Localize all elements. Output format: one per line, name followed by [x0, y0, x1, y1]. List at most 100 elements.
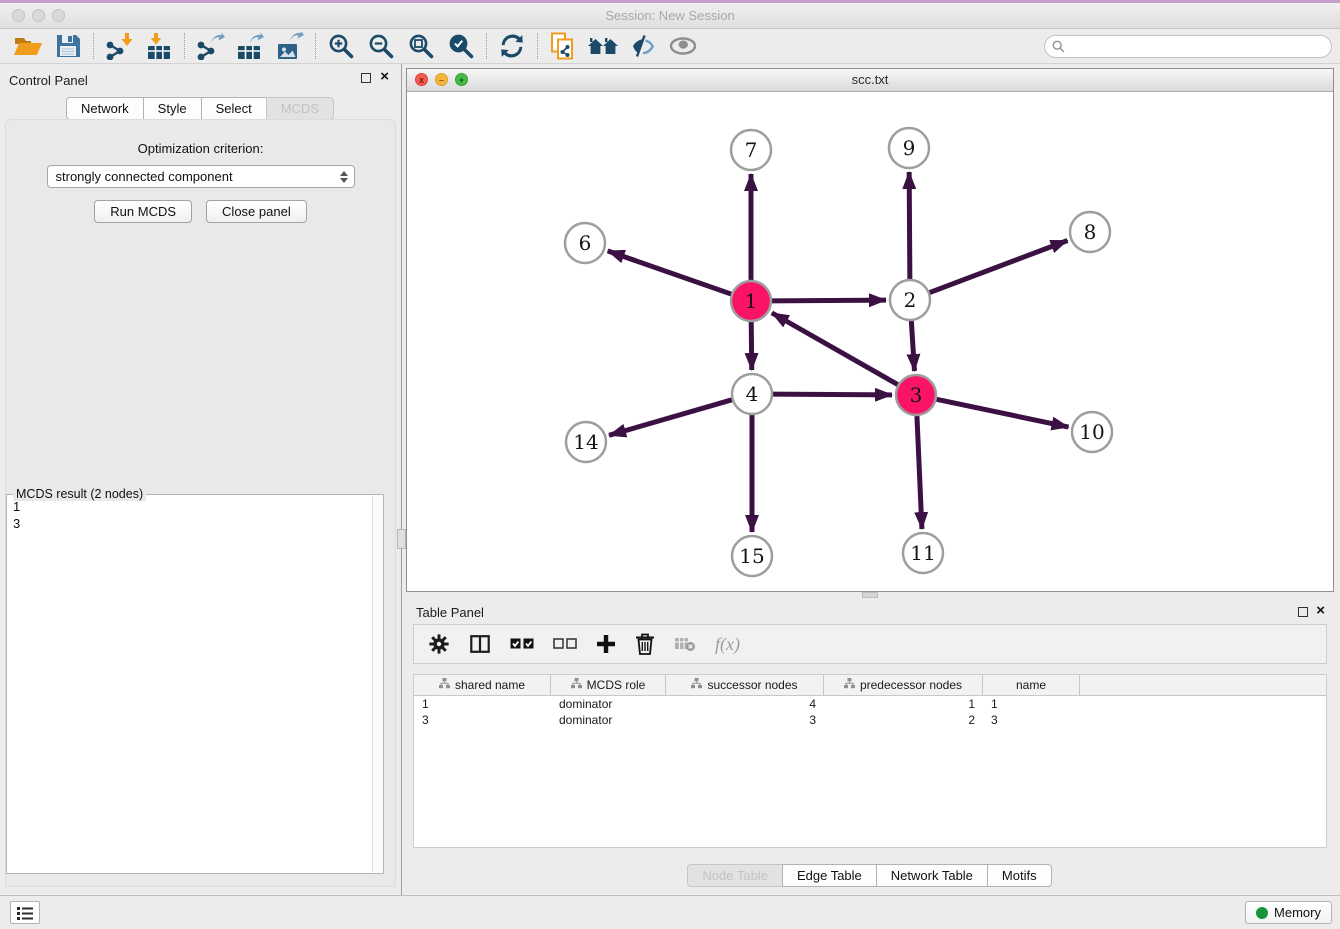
- table-cell[interactable]: 1: [983, 696, 1080, 712]
- graph-node-label-8: 8: [1084, 220, 1097, 244]
- tab-network[interactable]: Network: [66, 97, 144, 120]
- toolbar-separator: [315, 33, 316, 59]
- graph-edge-3-10[interactable]: [937, 399, 1069, 427]
- table-cell[interactable]: 1: [824, 696, 983, 712]
- clone-network-icon[interactable]: [543, 31, 583, 61]
- control-panel-float-icon[interactable]: [361, 73, 371, 83]
- table-tabs: Node TableEdge TableNetwork TableMotifs: [406, 864, 1334, 887]
- network-maximize-button[interactable]: +: [455, 73, 468, 86]
- zoom-out-icon[interactable]: [361, 31, 401, 61]
- network-canvas[interactable]: 7968124314101511: [407, 92, 1333, 592]
- deselect-all-icon[interactable]: [553, 637, 577, 651]
- graph-edge-2-3[interactable]: [911, 321, 914, 371]
- zoom-fit-icon[interactable]: [401, 31, 441, 61]
- select-all-icon[interactable]: [510, 637, 534, 651]
- table-cell[interactable]: 1: [414, 696, 551, 712]
- mcds-result-text[interactable]: 1 3: [7, 495, 373, 873]
- home-icon[interactable]: [583, 31, 623, 61]
- column-header-name[interactable]: name: [983, 675, 1080, 695]
- tab-network-table[interactable]: Network Table: [876, 864, 988, 887]
- control-panel-title: Control Panel: [9, 73, 88, 88]
- tab-node-table[interactable]: Node Table: [687, 864, 783, 887]
- vertical-splitter-grip[interactable]: [397, 529, 406, 549]
- column-header-MCDS-role[interactable]: MCDS role: [551, 675, 666, 695]
- select-spinner-icon: [340, 171, 348, 183]
- criterion-selected-value: strongly connected component: [56, 169, 340, 184]
- graph-edge-4-3[interactable]: [773, 394, 892, 395]
- toolbar-separator: [537, 33, 538, 59]
- save-session-icon[interactable]: [48, 31, 88, 61]
- tab-edge-table[interactable]: Edge Table: [782, 864, 877, 887]
- table-row[interactable]: 1dominator411: [414, 696, 1326, 712]
- graph-edge-1-4[interactable]: [751, 322, 752, 370]
- window-title: Session: New Session: [0, 3, 1340, 28]
- split-view-icon[interactable]: [469, 633, 491, 655]
- graph-edge-4-14[interactable]: [609, 400, 732, 436]
- tab-style[interactable]: Style: [143, 97, 202, 120]
- table-panel-float-icon[interactable]: [1298, 607, 1308, 617]
- search-input[interactable]: [1065, 37, 1331, 56]
- import-network-icon[interactable]: [99, 31, 139, 61]
- export-image-icon[interactable]: [270, 31, 310, 61]
- column-tree-icon: [844, 678, 855, 692]
- column-tree-icon: [571, 678, 582, 692]
- hide-panels-icon[interactable]: [623, 31, 663, 61]
- network-window-title: scc.txt: [407, 69, 1333, 90]
- graph-node-label-10: 10: [1079, 420, 1104, 444]
- zoom-in-icon[interactable]: [321, 31, 361, 61]
- graph-node-label-4: 4: [746, 382, 759, 406]
- show-panels-icon[interactable]: [663, 31, 703, 61]
- add-column-icon[interactable]: [596, 634, 616, 654]
- table-row[interactable]: 3dominator323: [414, 712, 1326, 728]
- tab-motifs[interactable]: Motifs: [987, 864, 1052, 887]
- column-header-successor-nodes[interactable]: successor nodes: [666, 675, 824, 695]
- graph-edge-2-9[interactable]: [909, 172, 910, 279]
- tab-select[interactable]: Select: [201, 97, 267, 120]
- node-table: shared name MCDS rolesuccessor nodesprede…: [413, 674, 1327, 848]
- function-builder-icon: f(x): [715, 634, 740, 655]
- graph-edge-1-2[interactable]: [772, 300, 886, 301]
- control-panel-close-icon[interactable]: ×: [380, 69, 389, 85]
- search-field[interactable]: [1044, 35, 1332, 58]
- graph-edge-3-1[interactable]: [772, 313, 898, 385]
- result-scrollbar[interactable]: [372, 495, 383, 873]
- column-header-predecessor-nodes[interactable]: predecessor nodes: [824, 675, 983, 695]
- window-zoom-button[interactable]: [52, 9, 65, 22]
- close-panel-button[interactable]: Close panel: [206, 200, 307, 223]
- toolbar-separator: [93, 33, 94, 59]
- task-history-button[interactable]: [10, 901, 40, 924]
- table-cell[interactable]: 3: [983, 712, 1080, 728]
- run-mcds-button[interactable]: Run MCDS: [94, 200, 192, 223]
- window-close-button[interactable]: [12, 9, 25, 22]
- table-cell[interactable]: 3: [666, 712, 824, 728]
- column-header-label: name: [1016, 678, 1046, 692]
- gear-icon[interactable]: [428, 633, 450, 655]
- memory-button[interactable]: Memory: [1245, 901, 1332, 924]
- open-file-icon[interactable]: [8, 31, 48, 61]
- export-network-icon[interactable]: [190, 31, 230, 61]
- graph-edge-3-11[interactable]: [917, 416, 922, 529]
- import-table-icon[interactable]: [139, 31, 179, 61]
- graph-edge-1-6[interactable]: [608, 251, 732, 294]
- table-cell[interactable]: dominator: [551, 696, 666, 712]
- graph-edge-2-8[interactable]: [930, 240, 1068, 292]
- trash-icon[interactable]: [635, 633, 655, 655]
- tab-mcds[interactable]: MCDS: [266, 97, 334, 120]
- table-cell[interactable]: 4: [666, 696, 824, 712]
- column-header-label: shared name: [455, 678, 525, 692]
- graph-node-label-7: 7: [745, 138, 758, 162]
- criterion-select[interactable]: strongly connected component: [47, 165, 355, 188]
- network-minimize-button[interactable]: –: [435, 73, 448, 86]
- network-close-button[interactable]: x: [415, 73, 428, 86]
- optimization-criterion-label: Optimization criterion:: [6, 141, 395, 156]
- table-cell[interactable]: 2: [824, 712, 983, 728]
- export-table-icon[interactable]: [230, 31, 270, 61]
- table-panel-close-icon[interactable]: ×: [1316, 603, 1325, 619]
- table-panel: Table Panel × f(x) shared nameMCDS roles…: [406, 598, 1334, 890]
- refresh-icon[interactable]: [492, 31, 532, 61]
- table-cell[interactable]: 3: [414, 712, 551, 728]
- zoom-selected-icon[interactable]: [441, 31, 481, 61]
- column-header-shared-name[interactable]: shared name: [414, 675, 551, 695]
- window-minimize-button[interactable]: [32, 9, 45, 22]
- table-cell[interactable]: dominator: [551, 712, 666, 728]
